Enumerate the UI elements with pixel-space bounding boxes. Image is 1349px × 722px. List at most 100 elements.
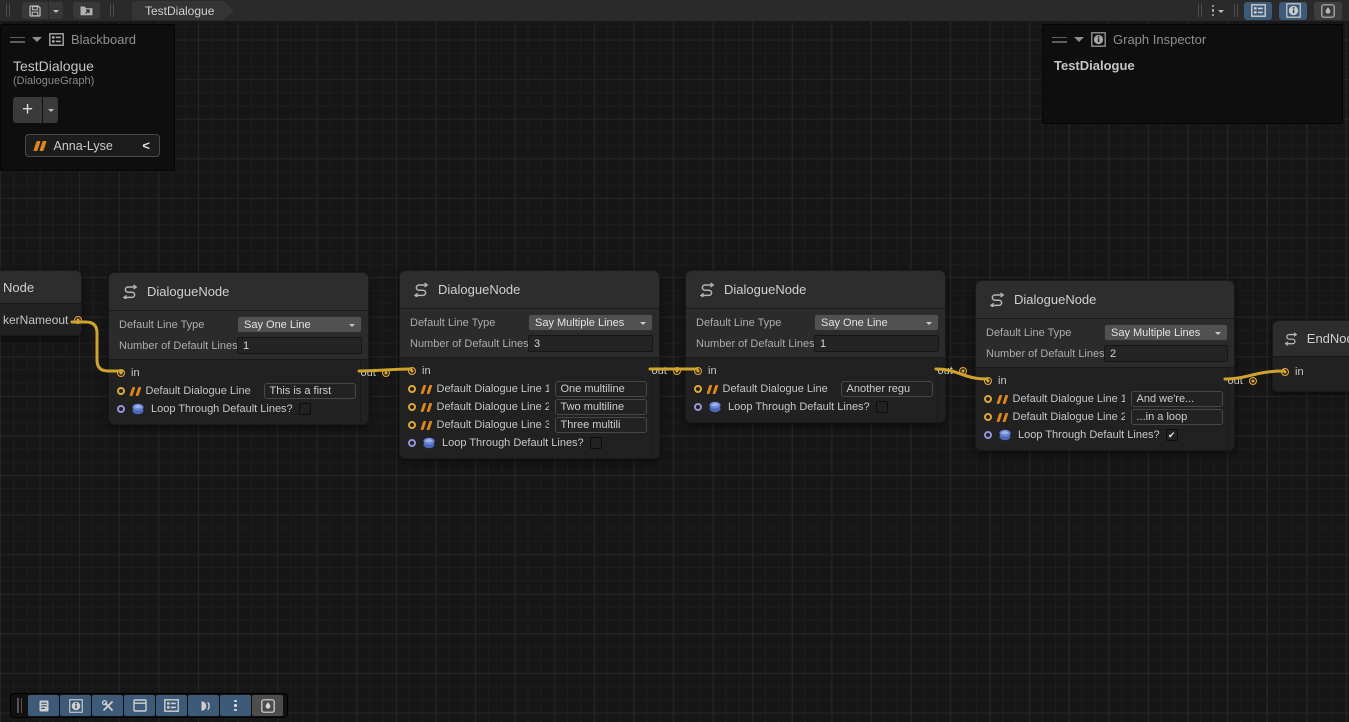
num-lines-field[interactable]: 1 bbox=[237, 337, 362, 354]
toggle-blackboard-button[interactable] bbox=[1244, 2, 1272, 20]
dialogue-line-field[interactable]: One multiline bbox=[555, 381, 647, 397]
window-button[interactable] bbox=[124, 695, 155, 716]
in-port-label: in bbox=[708, 365, 717, 377]
loop-port[interactable] bbox=[694, 403, 702, 411]
num-lines-label: Number of Default Lines bbox=[410, 338, 528, 350]
more-options-button[interactable] bbox=[1208, 5, 1229, 17]
breadcrumb-tab-testdialogue[interactable]: TestDialogue bbox=[132, 1, 234, 20]
loop-checkbox[interactable] bbox=[590, 437, 602, 449]
dialogue-line-field[interactable]: Three multili bbox=[555, 417, 647, 433]
inspector-button[interactable] bbox=[60, 695, 91, 716]
dialogue-line-field[interactable]: Another regu bbox=[841, 381, 933, 397]
loop-label: Loop Through Default Lines? bbox=[728, 401, 870, 413]
dialogue-line-label: Default Dialogue Line 1 bbox=[437, 383, 549, 395]
num-lines-field[interactable]: 1 bbox=[814, 335, 939, 352]
node-title: DialogueNode bbox=[976, 281, 1234, 319]
node-title-label: DialogueNode bbox=[724, 282, 806, 297]
num-lines-field[interactable]: 2 bbox=[1104, 345, 1228, 362]
inspector-graph-name: TestDialogue bbox=[1043, 52, 1342, 73]
more-options-button[interactable] bbox=[220, 695, 251, 716]
blackboard-button[interactable] bbox=[156, 695, 187, 716]
dialogue-line-label: Default Dialogue Line bbox=[723, 383, 835, 395]
collapse-chevron-icon[interactable]: < bbox=[142, 138, 150, 153]
out-port-label: out bbox=[361, 367, 376, 379]
out-port[interactable] bbox=[1249, 377, 1257, 385]
drag-handle-icon[interactable] bbox=[1052, 37, 1067, 43]
blackboard-graph-name: TestDialogue bbox=[1, 52, 174, 74]
num-lines-label: Number of Default Lines bbox=[119, 340, 237, 352]
chevron-down-icon bbox=[926, 322, 932, 328]
dialogue-line-port[interactable] bbox=[408, 385, 416, 393]
dialogue-node-4[interactable]: DialogueNode Default Line Type Say Multi… bbox=[975, 280, 1235, 451]
dialogue-line-port[interactable] bbox=[694, 385, 702, 393]
line-type-dropdown[interactable]: Say One Line bbox=[814, 314, 939, 331]
num-lines-field[interactable]: 3 bbox=[528, 335, 653, 352]
dialogue-line-field[interactable]: ...in a loop bbox=[1131, 409, 1223, 425]
dialogue-line-field[interactable]: Two multiline bbox=[555, 399, 647, 415]
blackboard-title: Blackboard bbox=[71, 32, 136, 47]
foldout-triangle-icon[interactable] bbox=[1074, 37, 1084, 47]
loop-checkbox[interactable] bbox=[876, 401, 888, 413]
loop-port[interactable] bbox=[117, 405, 125, 413]
dialogue-line-port[interactable] bbox=[984, 395, 992, 403]
loop-checkbox[interactable] bbox=[299, 403, 311, 415]
inspector-icon bbox=[1091, 32, 1106, 47]
dialogue-line-port[interactable] bbox=[408, 421, 416, 429]
chevron-down-icon bbox=[1218, 10, 1224, 16]
save-dropdown-button[interactable] bbox=[49, 2, 63, 19]
flow-icon bbox=[698, 282, 716, 297]
dialogue-node-1[interactable]: DialogueNode Default Line Type Say One L… bbox=[108, 272, 369, 425]
loop-icon bbox=[708, 401, 722, 413]
line-type-label: Default Line Type bbox=[410, 317, 528, 329]
quote-icon bbox=[35, 141, 45, 151]
dialogue-line-field[interactable]: This is a first bbox=[264, 383, 356, 399]
foldout-triangle-icon[interactable] bbox=[32, 37, 42, 47]
loop-label: Loop Through Default Lines? bbox=[151, 403, 293, 415]
toolbar-grip[interactable] bbox=[110, 4, 114, 17]
in-port-label: in bbox=[1295, 366, 1304, 378]
line-type-dropdown[interactable]: Say One Line bbox=[237, 316, 362, 333]
loop-port[interactable] bbox=[984, 431, 992, 439]
blackboard-panel[interactable]: Blackboard TestDialogue (DialogueGraph) … bbox=[0, 24, 175, 171]
node-title-label: DialogueNode bbox=[1014, 292, 1096, 307]
dialogue-line-port[interactable] bbox=[117, 387, 125, 395]
notes-button[interactable] bbox=[28, 695, 59, 716]
chevron-down-icon bbox=[1215, 332, 1221, 338]
toggle-inspector-button[interactable] bbox=[1279, 2, 1307, 20]
toolbar-grip[interactable] bbox=[17, 698, 22, 713]
line-type-dropdown[interactable]: Say Multiple Lines bbox=[528, 314, 653, 331]
loop-port[interactable] bbox=[408, 439, 416, 447]
loop-checkbox[interactable]: ✔ bbox=[1166, 429, 1178, 441]
flame-button[interactable] bbox=[252, 695, 283, 716]
graph-inspector-panel[interactable]: Graph Inspector TestDialogue bbox=[1042, 24, 1343, 124]
graph-editor-canvas[interactable]: Node kerName out DialogueNode Default Li… bbox=[0, 0, 1349, 722]
save-button[interactable] bbox=[22, 2, 48, 19]
line-type-value: Say Multiple Lines bbox=[1111, 327, 1200, 339]
num-lines-label: Number of Default Lines bbox=[986, 348, 1104, 360]
drag-handle-icon[interactable] bbox=[10, 37, 25, 43]
line-type-value: Say Multiple Lines bbox=[535, 317, 624, 329]
node-title: DialogueNode bbox=[109, 273, 368, 311]
start-node-title: Node bbox=[0, 271, 81, 304]
add-field-dropdown[interactable] bbox=[43, 97, 58, 123]
toolbar-grip[interactable] bbox=[1198, 4, 1202, 17]
dialogue-line-port[interactable] bbox=[408, 403, 416, 411]
line-type-dropdown[interactable]: Say Multiple Lines bbox=[1104, 324, 1228, 341]
open-asset-button[interactable] bbox=[73, 2, 100, 19]
dialogue-line-port[interactable] bbox=[984, 413, 992, 421]
dialogue-line-field[interactable]: And we're... bbox=[1131, 391, 1223, 407]
line-type-value: Say One Line bbox=[821, 317, 888, 329]
toggle-flame-button[interactable] bbox=[1314, 2, 1342, 20]
add-field-button[interactable]: + bbox=[13, 97, 42, 123]
start-node[interactable]: Node kerName out bbox=[0, 270, 82, 336]
dialogue-preview-button[interactable] bbox=[188, 695, 219, 716]
end-node[interactable]: EndNode in bbox=[1272, 320, 1349, 392]
line-type-label: Default Line Type bbox=[119, 319, 237, 331]
toolbar-grip[interactable] bbox=[1234, 4, 1238, 17]
dialogue-node-2[interactable]: DialogueNode Default Line Type Say Multi… bbox=[399, 270, 660, 459]
dialogue-node-3[interactable]: DialogueNode Default Line Type Say One L… bbox=[685, 270, 946, 423]
toolbar-grip[interactable] bbox=[6, 4, 10, 17]
blackboard-field-anna-lyse[interactable]: Anna-Lyse < bbox=[25, 134, 160, 157]
flame-icon bbox=[1321, 4, 1335, 18]
tools-button[interactable] bbox=[92, 695, 123, 716]
